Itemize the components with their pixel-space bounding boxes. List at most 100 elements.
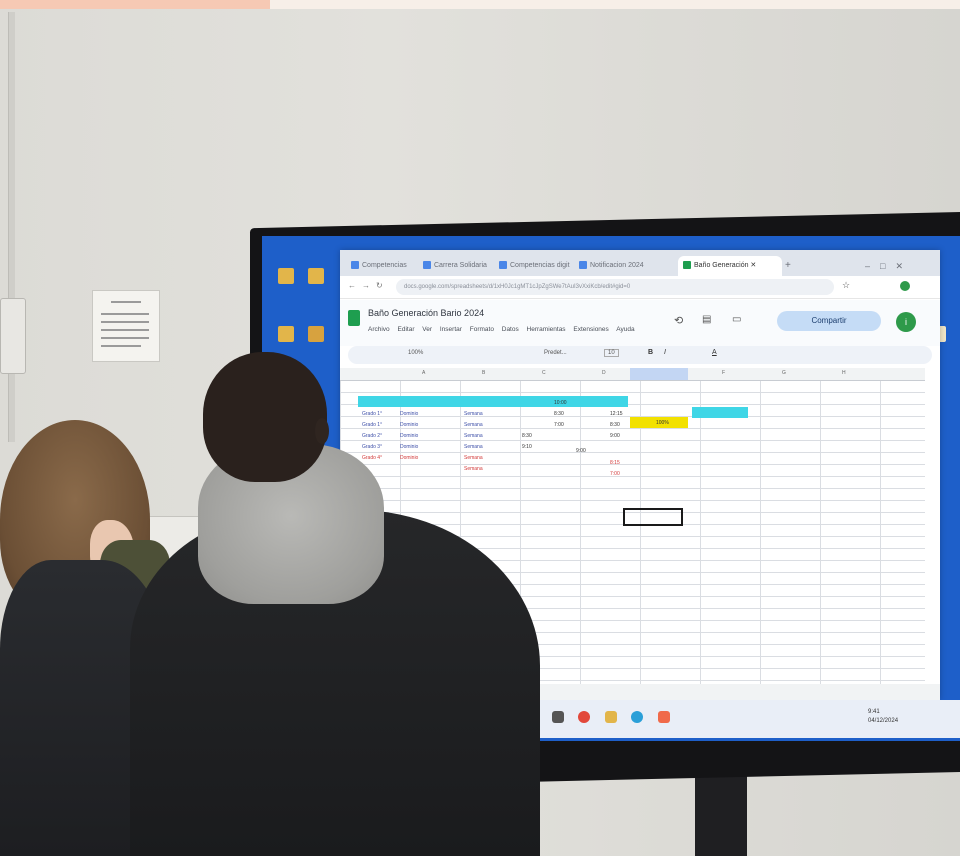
cell-value[interactable]: 8:30 <box>554 411 564 417</box>
selected-column-header <box>630 368 688 380</box>
folder-icon[interactable] <box>308 268 324 284</box>
menu-item[interactable]: Editar <box>398 326 415 333</box>
bold-icon[interactable]: B <box>648 349 653 356</box>
clock-date: 04/12/2024 <box>868 718 899 724</box>
font-size-field[interactable]: 10 <box>604 349 619 357</box>
docs-icon <box>579 261 587 270</box>
formatting-toolbar: 100% Predet... 10 B I A <box>348 346 932 364</box>
comment-icon[interactable]: ▤ <box>702 314 711 325</box>
browser-tab-active[interactable]: Baño Generación ✕ <box>678 256 782 276</box>
italic-icon[interactable]: I <box>664 349 666 356</box>
profile-icon[interactable] <box>900 281 910 291</box>
column-header[interactable]: C <box>542 370 546 376</box>
text-color-icon[interactable]: A <box>712 349 717 356</box>
wall-pipe <box>8 12 15 442</box>
meet-icon[interactable]: ▭ <box>732 314 741 325</box>
cell-value[interactable]: Semana <box>464 411 483 417</box>
history-icon[interactable]: ⟲ <box>674 314 683 327</box>
menu-item[interactable]: Ver <box>422 326 432 333</box>
yellow-highlight-cell[interactable]: 100% <box>630 417 688 428</box>
student-head <box>203 352 327 482</box>
desktop-icon[interactable] <box>278 268 294 284</box>
cell-value[interactable]: 8:30 <box>522 433 532 439</box>
zoom-select[interactable]: 100% <box>408 350 423 356</box>
cell-value[interactable]: 9:00 <box>610 433 620 439</box>
cell-value[interactable]: Semana <box>464 466 483 472</box>
column-header[interactable]: D <box>602 370 606 376</box>
font-select[interactable]: Predet... <box>544 350 567 356</box>
browser-tab[interactable]: Competencias digit <box>494 256 572 276</box>
highlighted-header-row[interactable] <box>358 396 628 407</box>
highlighted-cell[interactable] <box>692 407 748 418</box>
menu-item[interactable]: Archivo <box>368 326 390 333</box>
cell-row-label[interactable]: Grado 1° <box>362 422 382 428</box>
star-icon[interactable]: ☆ <box>842 280 850 291</box>
cell-value[interactable]: Semana <box>464 433 483 439</box>
nav-back-icon[interactable]: ← <box>348 281 356 290</box>
docs-icon <box>351 261 359 270</box>
reload-icon[interactable]: ↻ <box>376 281 383 290</box>
app-icon[interactable] <box>657 711 670 723</box>
column-header[interactable]: B <box>482 370 485 376</box>
url-field[interactable]: docs.google.com/spreadsheets/d/1xH0Jc1gM… <box>396 279 834 295</box>
folder-icon[interactable] <box>604 711 617 723</box>
new-tab-button[interactable]: + <box>780 256 804 276</box>
cell-value[interactable]: Dominio <box>400 455 418 461</box>
menu-item[interactable]: Formato <box>470 326 494 333</box>
menu-item[interactable]: Extensiones <box>573 326 608 333</box>
menu-item[interactable]: Insertar <box>440 326 462 333</box>
edge-icon[interactable] <box>631 711 644 723</box>
column-header[interactable]: H <box>842 370 846 376</box>
avatar[interactable]: i <box>896 312 916 332</box>
cell-value[interactable]: 7:00 <box>610 471 620 477</box>
column-header[interactable]: G <box>782 370 786 376</box>
cell-value[interactable]: 9:10 <box>522 444 532 450</box>
cell-value[interactable]: Semana <box>464 455 483 461</box>
browser-tab[interactable]: Notificacion 2024 <box>574 256 656 276</box>
nav-forward-icon[interactable]: → <box>362 281 370 290</box>
selected-cell[interactable] <box>623 508 683 526</box>
cell-row-label[interactable]: Grado 2° <box>362 433 382 439</box>
banner-accent <box>0 0 270 9</box>
cell-value[interactable]: 10:00 <box>554 400 567 406</box>
share-button[interactable]: Compartir <box>777 311 881 331</box>
window-controls[interactable]: –□✕ <box>860 256 940 276</box>
column-header[interactable]: A <box>422 370 425 376</box>
cell-value[interactable]: 9:00 <box>576 448 586 454</box>
sheets-logo-icon[interactable] <box>348 310 360 326</box>
column-header[interactable]: F <box>722 370 725 376</box>
chrome-icon[interactable] <box>578 711 591 723</box>
sheets-icon <box>683 261 691 270</box>
cell-value[interactable]: 8:30 <box>610 422 620 428</box>
cell-value[interactable]: Dominio <box>400 411 418 417</box>
cell-value[interactable]: Dominio <box>400 433 418 439</box>
menu-bar: Archivo Editar Ver Insertar Formato Dato… <box>368 326 635 333</box>
browser-tab[interactable]: Carrera Solidaria <box>418 256 492 276</box>
cell-value[interactable]: Dominio <box>400 444 418 450</box>
cell-row-label[interactable]: Grado 4° <box>362 455 382 461</box>
menu-item[interactable]: Datos <box>502 326 519 333</box>
wall-switch <box>0 298 26 374</box>
cell-row-label[interactable]: Grado 1° <box>362 411 382 417</box>
folder-icon[interactable] <box>308 326 324 342</box>
cell-value[interactable]: Semana <box>464 444 483 450</box>
doc-title[interactable]: Baño Generación Bario 2024 <box>368 308 484 318</box>
file-explorer-icon[interactable] <box>552 711 564 723</box>
cell-value[interactable]: Semana <box>464 422 483 428</box>
address-bar: ← → ↻ docs.google.com/spreadsheets/d/1xH… <box>340 276 940 299</box>
wall-notice-sheet <box>92 290 160 362</box>
cell-value: 100% <box>656 420 669 426</box>
cell-value[interactable]: Dominio <box>400 422 418 428</box>
menu-item[interactable]: Ayuda <box>616 326 634 333</box>
cell-value[interactable]: 12:15 <box>610 411 623 417</box>
menu-item[interactable]: Herramientas <box>527 326 566 333</box>
docs-icon <box>499 261 507 270</box>
taskbar-clock[interactable]: 9:41 04/12/2024 <box>868 708 898 726</box>
clock-time: 9:41 <box>868 709 880 715</box>
browser-tab[interactable]: Competencias <box>346 256 416 276</box>
cell-value[interactable]: 8:15 <box>610 460 620 466</box>
cell-row-label[interactable]: Grado 3° <box>362 444 382 450</box>
cell-value[interactable]: 7:00 <box>554 422 564 428</box>
sheets-header: Baño Generación Bario 2024 Archivo Edita… <box>340 300 940 346</box>
folder-icon[interactable] <box>278 326 294 342</box>
